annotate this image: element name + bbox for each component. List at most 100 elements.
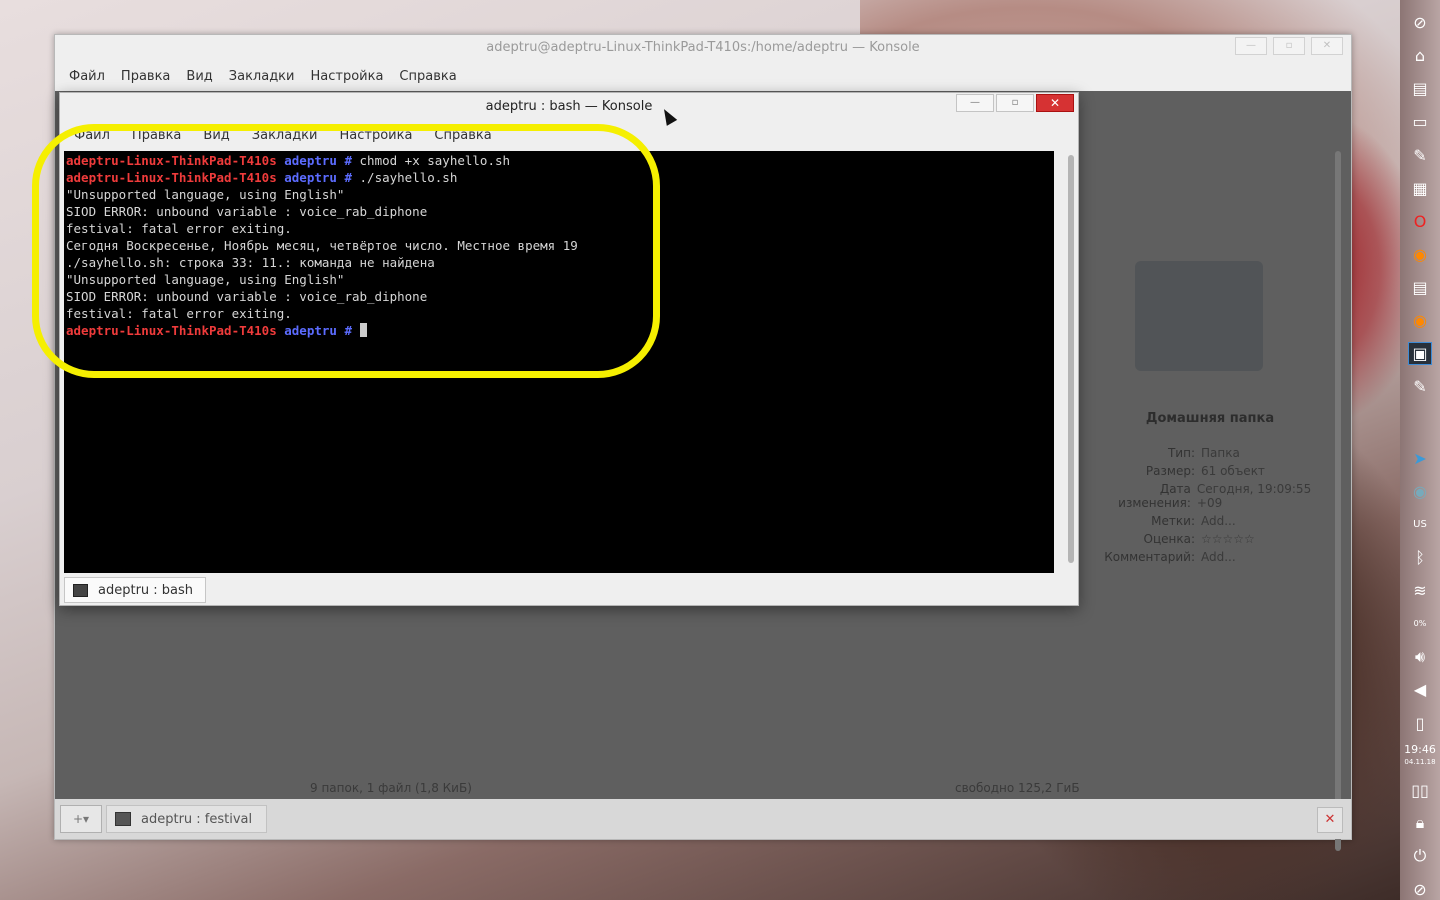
right-dock-panel: ⊘ ⌂ ▤ ▭ ✎ ▦ O ◉ ▤ ◉ ▣ ✎ ➤ ◉ US ᛒ ≋ 0% 🔊︎…	[1400, 0, 1440, 900]
free-space-label: свободно 125,2 ГиБ	[955, 781, 1080, 795]
battery-icon[interactable]: 0%	[1409, 613, 1431, 634]
command-text: chmod +x sayhello.sh	[359, 153, 511, 168]
menu-edit[interactable]: Правка	[132, 128, 181, 143]
file-info-key: Метки:	[1151, 514, 1195, 528]
bluetooth-icon[interactable]: ᛒ	[1409, 547, 1431, 568]
menu-edit[interactable]: Правка	[121, 69, 170, 84]
menu-bookmarks[interactable]: Закладки	[252, 128, 318, 143]
battery-label: 0%	[1413, 619, 1427, 629]
terminal-line: festival: fatal error exiting.	[66, 306, 292, 321]
menu-settings[interactable]: Настройка	[339, 128, 412, 143]
file-info-key: Комментарий:	[1104, 550, 1195, 564]
menu-view[interactable]: Вид	[203, 128, 229, 143]
rating-stars[interactable]: ☆☆☆☆☆	[1201, 532, 1255, 546]
text-editor-icon[interactable]: ✎	[1409, 145, 1431, 166]
close-tab-button[interactable]: ✕	[1317, 807, 1343, 833]
notes-icon[interactable]: ✎	[1409, 376, 1431, 397]
menu-view[interactable]: Вид	[186, 69, 212, 84]
file-info-row: Тип: Папка	[1085, 446, 1335, 460]
inner-window-title: adeptru : bash — Konsole	[485, 99, 653, 114]
collapse-arrow-icon[interactable]: ◀	[1409, 679, 1431, 700]
file-info-title: Домашняя папка	[1145, 411, 1275, 426]
trash-icon[interactable]: ▯	[1409, 713, 1431, 734]
tags-add-link[interactable]: Add...	[1201, 514, 1236, 528]
file-info-value: Сегодня, 19:09:55 +09	[1196, 482, 1312, 510]
lock-icon[interactable]: 🔒︎	[1409, 813, 1431, 834]
file-info-value: Папка	[1201, 446, 1240, 460]
telegram-icon[interactable]: ➤	[1409, 448, 1431, 469]
files-icon[interactable]: ▤	[1409, 277, 1431, 298]
terminal-line: Сегодня Воскресенье, Ноябрь месяц, четвё…	[66, 238, 578, 253]
file-info-key: Дата изменения:	[1118, 482, 1191, 510]
prompt-host: adeptru-Linux-ThinkPad-T410s	[66, 153, 277, 168]
file-info-key: Оценка:	[1143, 532, 1196, 546]
menu-file[interactable]: Файл	[74, 128, 110, 143]
command-text: ./sayhello.sh	[359, 170, 458, 185]
minimize-button[interactable]: —	[1235, 37, 1267, 55]
clock-time: 19:46	[1404, 742, 1436, 756]
terminal-line: "Unsupported language, using English"	[66, 187, 345, 202]
terminal-cursor	[359, 323, 367, 337]
file-info-row: Комментарий: Add...	[1085, 550, 1335, 564]
terminal-output[interactable]: adeptru-Linux-ThinkPad-T410s adeptru # c…	[64, 151, 1054, 573]
terminal-line: festival: fatal error exiting.	[66, 221, 292, 236]
prompt-host: adeptru-Linux-ThinkPad-T410s	[66, 323, 277, 338]
inner-window-titlebar[interactable]: adeptru : bash — Konsole — ▫ ✕	[60, 93, 1078, 121]
tab-festival[interactable]: adeptru : festival	[106, 805, 268, 833]
app-launcher-icon[interactable]: ⊘	[1409, 12, 1431, 33]
minimize-button[interactable]: —	[956, 94, 994, 112]
home-folder-icon	[1135, 261, 1263, 371]
menu-help[interactable]: Справка	[399, 69, 456, 84]
keyboard-layout-icon[interactable]: US	[1409, 514, 1431, 535]
wifi-icon[interactable]: ≋	[1409, 580, 1431, 601]
terminal-line: SIOD ERROR: unbound variable : voice_rab…	[66, 204, 428, 219]
outer-scrollbar[interactable]	[1335, 151, 1341, 851]
file-info-row: Дата изменения: Сегодня, 19:09:55 +09	[1085, 482, 1335, 510]
opera-icon[interactable]: O	[1409, 211, 1431, 232]
menu-help[interactable]: Справка	[434, 128, 491, 143]
inner-scrollbar[interactable]	[1068, 155, 1074, 563]
home-folder-icon[interactable]: ⌂	[1409, 45, 1431, 66]
folder-icon[interactable]: ▭	[1409, 111, 1431, 132]
terminal-line: ./sayhello.sh: строка 33: 11.: команда н…	[66, 255, 435, 270]
maximize-button[interactable]: ▫	[996, 94, 1034, 112]
comment-add-link[interactable]: Add...	[1201, 550, 1236, 564]
file-info-key: Тип:	[1167, 446, 1195, 460]
menu-bookmarks[interactable]: Закладки	[229, 69, 295, 84]
terminal-icon	[73, 583, 88, 597]
clock-date: 04.11.18	[1404, 757, 1436, 766]
outer-window-titlebar[interactable]: adeptru@adeptru-Linux-ThinkPad-T410s:/ho…	[55, 35, 1351, 61]
terminal-line: adeptru-Linux-ThinkPad-T410s adeptru #	[66, 322, 1054, 339]
menu-file[interactable]: Файл	[69, 69, 105, 84]
terminal-line: SIOD ERROR: unbound variable : voice_rab…	[66, 289, 428, 304]
file-info-row: Метки: Add...	[1085, 514, 1335, 528]
prompt-dir: adeptru #	[284, 323, 352, 338]
file-manager-icon[interactable]: ▤	[1409, 78, 1431, 99]
calculator-icon[interactable]: ▦	[1409, 178, 1431, 199]
clock[interactable]: 19:46 04.11.18	[1404, 742, 1436, 768]
maximize-button[interactable]: ▫	[1273, 37, 1305, 55]
outer-menubar: Файл Правка Вид Закладки Настройка Справ…	[55, 61, 1351, 91]
file-info-key: Размер:	[1145, 464, 1195, 478]
file-info-value: 61 объект	[1201, 464, 1265, 478]
virtual-desktops-icon[interactable]: ▯▯	[1409, 780, 1431, 801]
outer-window-title: adeptru@adeptru-Linux-ThinkPad-T410s:/ho…	[486, 40, 920, 55]
tab-bash[interactable]: adeptru : bash	[64, 577, 207, 603]
prompt-dir: adeptru #	[284, 170, 352, 185]
volume-icon[interactable]: 🔊︎	[1409, 646, 1431, 667]
close-button[interactable]: ✕	[1036, 94, 1074, 112]
inner-konsole-window: adeptru : bash — Konsole — ▫ ✕ Файл Прав…	[59, 92, 1079, 606]
power-icon[interactable]: ⏻	[1409, 846, 1431, 867]
firefox-icon[interactable]: ◉	[1409, 310, 1431, 331]
thunderbird-icon[interactable]: ◉	[1409, 481, 1431, 502]
konsole-icon[interactable]: ▣	[1408, 342, 1432, 366]
new-tab-button[interactable]: +▾	[60, 805, 102, 833]
outer-tabbar: +▾ adeptru : festival ✕	[55, 799, 1351, 839]
terminal-icon	[115, 812, 131, 826]
firefox-icon[interactable]: ◉	[1409, 244, 1431, 265]
close-button[interactable]: ✕	[1311, 37, 1343, 55]
folder-status: 9 папок, 1 файл (1,8 КиБ)	[310, 781, 472, 795]
file-info-row: Размер: 61 объект	[1085, 464, 1335, 478]
menu-settings[interactable]: Настройка	[310, 69, 383, 84]
app-launcher-icon[interactable]: ⊘	[1409, 879, 1431, 900]
